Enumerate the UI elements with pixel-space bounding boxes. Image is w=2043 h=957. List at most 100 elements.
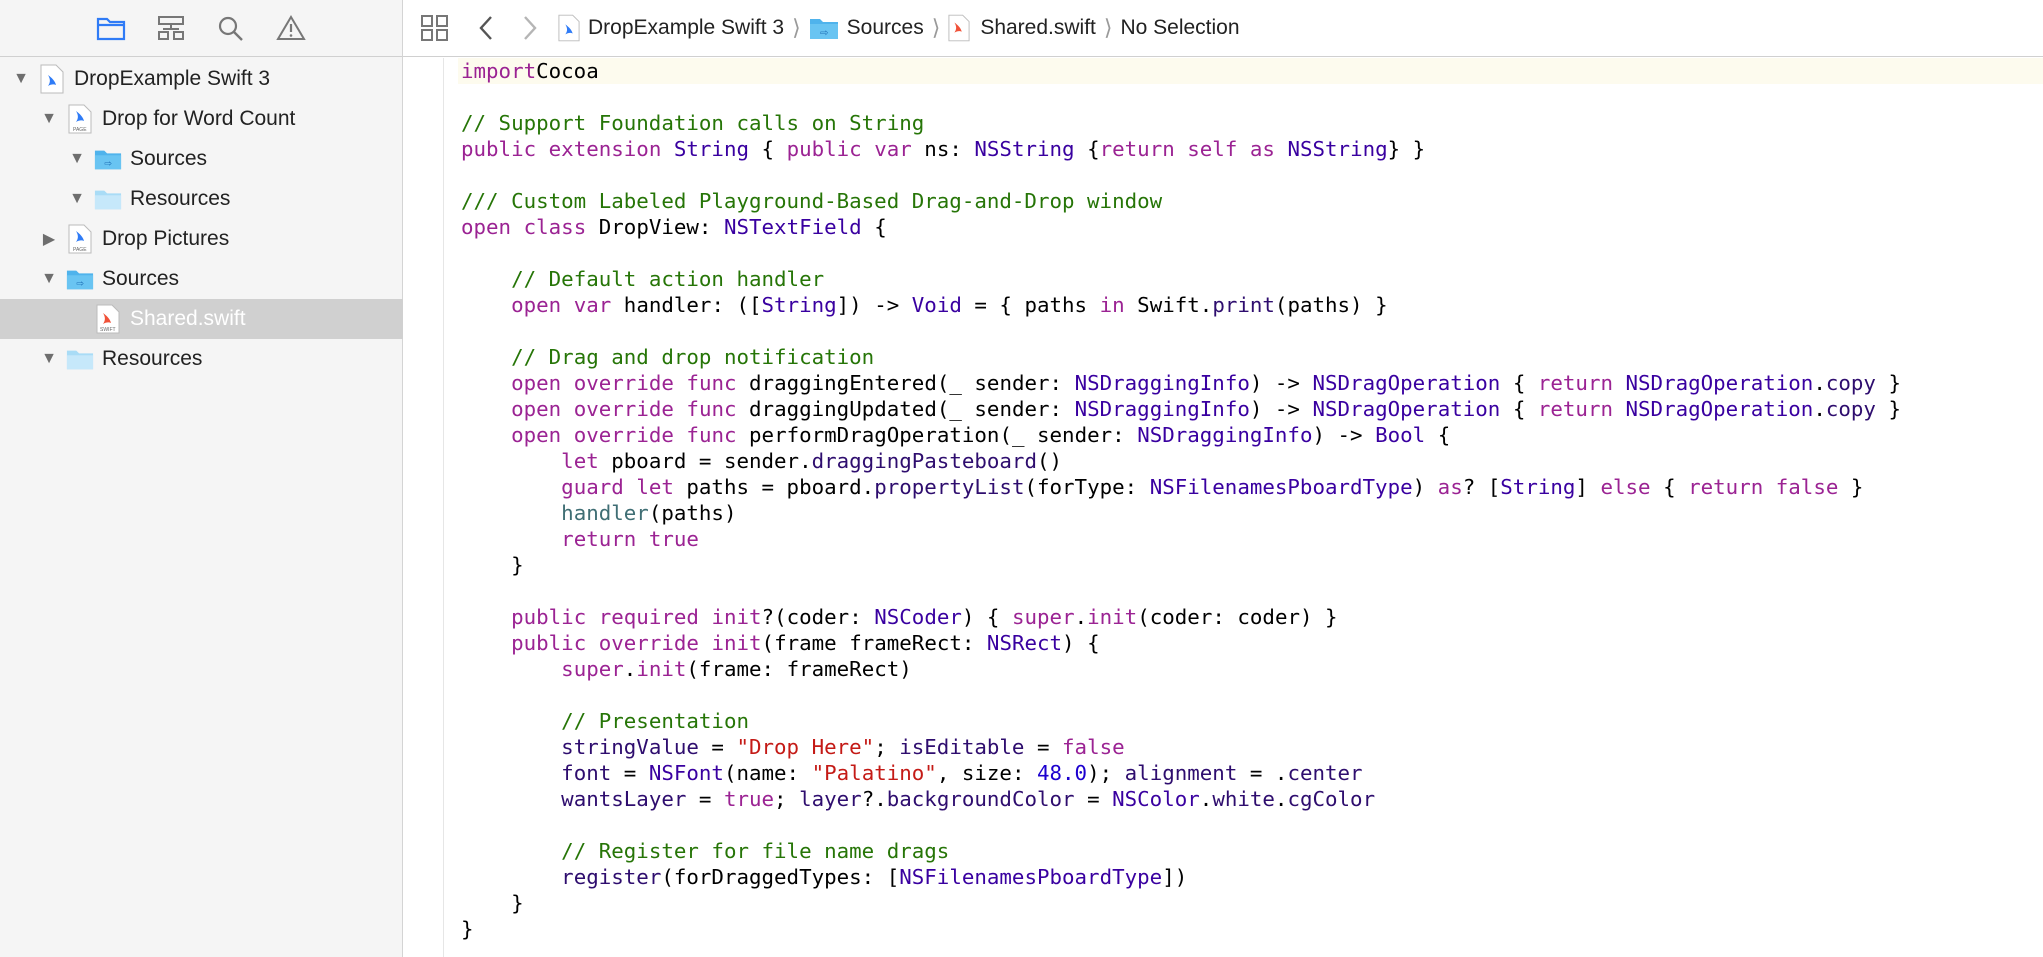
code-line[interactable]: guard let paths = pboard.propertyList(fo… xyxy=(458,474,2043,500)
code-line[interactable]: // Support Foundation calls on String xyxy=(458,110,2043,136)
code-line[interactable]: font = NSFont(name: "Palatino", size: 48… xyxy=(458,760,2043,786)
code-line[interactable]: open override func draggingEntered(_ sen… xyxy=(458,370,2043,396)
breadcrumb-label: Shared.swift xyxy=(980,16,1096,39)
tree-item-playground[interactable]: ▼ DropExample Swift 3 xyxy=(0,59,403,99)
code-line[interactable]: public override init(frame frameRect: NS… xyxy=(458,630,2043,656)
code-line[interactable]: register(forDraggedTypes: [NSFilenamesPb… xyxy=(458,864,2043,890)
code-token: // Support Foundation calls on String xyxy=(461,111,925,135)
disclosure-expanded-icon[interactable]: ▼ xyxy=(38,348,60,370)
find-navigator-button[interactable] xyxy=(214,11,248,45)
code-token: Bool xyxy=(1375,423,1426,447)
code-line[interactable]: public extension String { public var ns:… xyxy=(458,136,2043,162)
code-token: ); xyxy=(1087,761,1125,785)
code-line[interactable]: open var handler: ([String]) -> Void = {… xyxy=(458,292,2043,318)
tree-item-resources-2[interactable]: ▼ Resources xyxy=(0,339,403,379)
breadcrumb-playground[interactable]: DropExample Swift 3 xyxy=(558,14,784,42)
code-line[interactable] xyxy=(458,578,2043,604)
swift-file-icon xyxy=(948,14,970,42)
code-line[interactable]: let pboard = sender.draggingPasteboard() xyxy=(458,448,2043,474)
code-line[interactable]: } xyxy=(458,552,2043,578)
grid-icon xyxy=(421,15,448,41)
tree-item-page-word-count[interactable]: ▼ PAGE Drop for Word Count xyxy=(0,99,403,139)
code-token: String xyxy=(1500,475,1576,499)
code-token: true xyxy=(648,527,699,551)
code-line[interactable] xyxy=(458,682,2043,708)
code-token: String xyxy=(673,137,749,161)
code-line[interactable] xyxy=(458,812,2043,838)
code-line[interactable]: } xyxy=(458,890,2043,916)
folder-icon: ⇨ xyxy=(66,264,94,294)
breadcrumb-sources[interactable]: ⇨ Sources xyxy=(809,16,924,40)
disclosure-collapsed-icon[interactable]: ▶ xyxy=(38,228,60,250)
disclosure-expanded-icon[interactable]: ▼ xyxy=(66,148,88,170)
code-line[interactable]: // Default action handler xyxy=(458,266,2043,292)
code-line[interactable]: stringValue = "Drop Here"; isEditable = … xyxy=(458,734,2043,760)
disclosure-expanded-icon[interactable]: ▼ xyxy=(10,68,32,90)
disclosure-expanded-icon[interactable]: ▼ xyxy=(66,188,88,210)
issue-navigator-button[interactable] xyxy=(274,11,308,45)
tree-item-sources-2[interactable]: ▼ ⇨ Sources xyxy=(0,259,403,299)
code-line[interactable] xyxy=(458,162,2043,188)
svg-text:SWIFT: SWIFT xyxy=(100,327,116,333)
symbol-navigator-button[interactable] xyxy=(154,11,188,45)
code-line[interactable]: // Presentation xyxy=(458,708,2043,734)
breadcrumb-shared-swift[interactable]: Shared.swift xyxy=(948,14,1096,42)
line-gutter[interactable] xyxy=(403,58,444,957)
code-line[interactable]: // Drag and drop notification xyxy=(458,344,2043,370)
code-token: ] xyxy=(1575,475,1601,499)
code-line[interactable]: /// Custom Labeled Playground-Based Drag… xyxy=(458,188,2043,214)
svg-text:PAGE: PAGE xyxy=(73,247,87,253)
code-area[interactable]: importCocoa // Support Foundation calls … xyxy=(458,58,2043,942)
code-line[interactable]: open class DropView: NSTextField { xyxy=(458,214,2043,240)
code-token: ]) -> xyxy=(836,293,912,317)
code-token: // Default action handler xyxy=(511,267,825,291)
project-navigator-button[interactable] xyxy=(94,11,128,45)
code-line[interactable] xyxy=(458,318,2043,344)
code-line[interactable]: importCocoa xyxy=(458,58,2043,84)
code-token: (paths) xyxy=(648,501,737,525)
related-items-button[interactable] xyxy=(418,14,452,42)
forward-button[interactable] xyxy=(518,15,542,41)
code-line[interactable]: open override func draggingUpdated(_ sen… xyxy=(458,396,2043,422)
code-line[interactable] xyxy=(458,84,2043,110)
back-button[interactable] xyxy=(474,15,498,41)
code-token: . xyxy=(1074,605,1088,629)
code-token: handler: ([ xyxy=(611,293,762,317)
code-line[interactable] xyxy=(458,240,2043,266)
code-line[interactable]: wantsLayer = true; layer?.backgroundColo… xyxy=(458,786,2043,812)
code-line[interactable]: // Register for file name drags xyxy=(458,838,2043,864)
code-token: propertyList xyxy=(874,475,1025,499)
code-token: NSRect xyxy=(986,631,1063,655)
code-token: font xyxy=(561,761,612,785)
code-line[interactable]: super.init(frame: frameRect) xyxy=(458,656,2043,682)
code-token: NSDraggingInfo xyxy=(1137,423,1313,447)
code-token: ; xyxy=(874,735,900,759)
code-token: performDragOperation(_ sender: xyxy=(736,423,1138,447)
project-navigator: ▼ DropExample Swift 3 ▼ PAGE Drop for Wo… xyxy=(0,0,403,957)
code-token: NSFilenamesPboardType xyxy=(1149,475,1413,499)
disclosure-expanded-icon[interactable]: ▼ xyxy=(38,268,60,290)
navigator-toolbar xyxy=(0,0,402,57)
tree-item-sources-1[interactable]: ▼ ⇨ Sources xyxy=(0,139,403,179)
code-line[interactable]: public required init?(coder: NSCoder) { … xyxy=(458,604,2043,630)
code-line[interactable]: return true xyxy=(458,526,2043,552)
disclosure-expanded-icon[interactable]: ▼ xyxy=(38,108,60,130)
code-line[interactable]: handler(paths) xyxy=(458,500,2043,526)
code-line[interactable]: open override func performDragOperation(… xyxy=(458,422,2043,448)
hierarchy-icon xyxy=(158,16,184,40)
tree-item-shared-swift[interactable]: SWIFT Shared.swift xyxy=(0,299,403,339)
code-token: = xyxy=(1024,735,1063,759)
code-token: true xyxy=(723,787,775,811)
tree-item-resources-1[interactable]: ▼ Resources xyxy=(0,179,403,219)
tree-item-page-drop-pictures[interactable]: ▶ PAGE Drop Pictures xyxy=(0,219,403,259)
breadcrumb-selection[interactable]: No Selection xyxy=(1120,16,1239,40)
code-line[interactable]: } xyxy=(458,916,2043,942)
